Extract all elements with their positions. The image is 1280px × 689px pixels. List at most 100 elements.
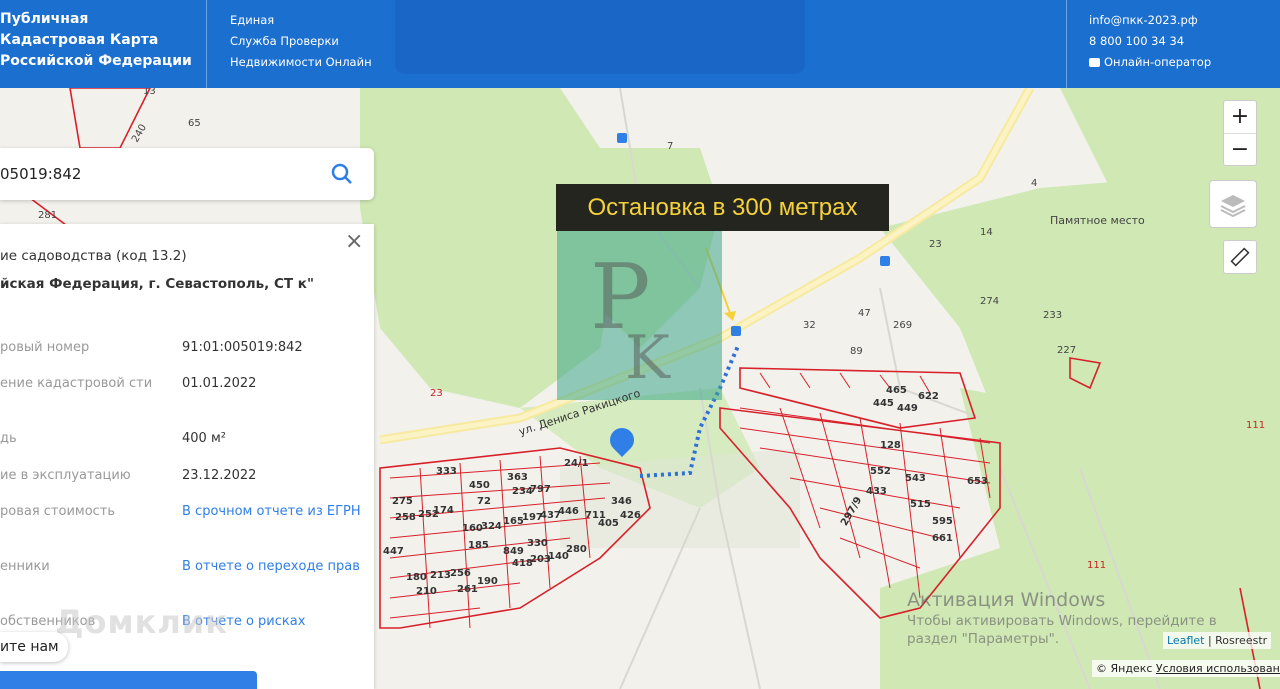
map-label: 111: [1246, 420, 1266, 431]
site-title[interactable]: Публичная Кадастровая Карта Российской Ф…: [0, 9, 192, 72]
map-label: 227: [1057, 345, 1077, 356]
parcel-label: 330: [527, 538, 548, 549]
parcel-label: 72: [477, 496, 491, 507]
map-label: 7: [667, 141, 674, 152]
search-input[interactable]: [0, 148, 320, 200]
zoom-out-button[interactable]: −: [1224, 133, 1256, 165]
yandex-label: © Яндекс: [1096, 662, 1156, 675]
zoom-control: + −: [1223, 100, 1257, 166]
map-label: 14: [980, 227, 993, 238]
parcel-label: 445: [873, 398, 894, 409]
parcel-label: 174: [433, 505, 454, 516]
parcel-label: 849: [503, 546, 524, 557]
row-key: енники: [0, 559, 50, 574]
contact-us-button[interactable]: ите нам: [0, 632, 68, 662]
row-key: ровая стоимость: [0, 504, 116, 519]
address: йская Федерация, г. Севастополь, СТ к": [0, 276, 315, 292]
service-line: Единая: [230, 13, 275, 27]
parcel-label: 128: [880, 440, 901, 451]
row-value: 91:01:005019:842: [182, 340, 303, 355]
parcel-label: 426: [620, 510, 641, 521]
service-line: Служба Проверки: [230, 34, 339, 48]
row-value: 23.12.2022: [182, 468, 257, 483]
parcel-label: 210: [416, 586, 437, 597]
attribution: Leaflet | Rosreestr: [1163, 632, 1272, 649]
map-label: 23: [929, 239, 942, 250]
contacts: info@пкк-2023.рф 8 800 100 34 34 Онлайн-…: [1089, 10, 1211, 73]
map-label: 4: [1031, 178, 1038, 189]
map-label: 111: [1087, 560, 1107, 571]
parcel-label: 256: [450, 568, 471, 579]
online-operator-link[interactable]: Онлайн-оператор: [1089, 52, 1211, 73]
rosreestr-label: Rosreestr: [1215, 634, 1268, 647]
zoom-in-button[interactable]: +: [1224, 101, 1256, 133]
map-label: 274: [980, 296, 1000, 307]
parcel-label: 405: [598, 518, 619, 529]
close-icon[interactable]: ×: [345, 231, 363, 253]
row-key: ие в эксплуатацию: [0, 468, 131, 483]
map-label: 65: [188, 118, 201, 129]
parcel-label: 363: [507, 472, 528, 483]
parcel-label: 797: [530, 484, 551, 495]
row-value: 01.01.2022: [182, 376, 257, 391]
parcel-label: 515: [910, 499, 931, 510]
rights-report-link[interactable]: В отчете о переходе прав: [182, 558, 362, 576]
phone-link[interactable]: 8 800 100 34 34: [1089, 31, 1211, 52]
title-line: Публичная: [0, 11, 89, 27]
win-title: Активация Windows: [907, 589, 1106, 611]
bus-stop-banner: Остановка в 300 метрах: [556, 184, 889, 231]
yandex-attribution: © Яндекс Условия использования: [1092, 660, 1280, 677]
parcel-label: 661: [932, 533, 953, 544]
measure-button[interactable]: [1223, 240, 1257, 274]
operator-label: Онлайн-оператор: [1104, 55, 1212, 69]
service-name: Единая Служба Проверки Недвижимости Онла…: [230, 10, 372, 73]
leaflet-link[interactable]: Leaflet: [1167, 634, 1204, 647]
parcel-label: 213: [430, 570, 451, 581]
layers-button[interactable]: [1209, 180, 1257, 228]
title-line: Кадастровая Карта: [0, 32, 159, 48]
map-label: 89: [850, 346, 863, 357]
search-box: [0, 148, 374, 200]
title-line: Российской Федерации: [0, 53, 192, 69]
map-label: 233: [1043, 310, 1063, 321]
domclick-watermark: Домклик: [55, 603, 228, 641]
email-link[interactable]: info@пкк-2023.рф: [1089, 10, 1211, 31]
parcel-label: 622: [918, 391, 939, 402]
order-report-button[interactable]: [0, 671, 257, 689]
terms-link[interactable]: Условия использования: [1156, 662, 1280, 675]
map-label: 269: [893, 320, 913, 331]
parcel-label: 543: [905, 473, 926, 484]
egrn-report-link[interactable]: В срочном отчете из ЕГРН: [182, 503, 362, 521]
header: Публичная Кадастровая Карта Российской Ф…: [0, 0, 1280, 88]
parcel-label: 190: [477, 576, 498, 587]
header-highlight: [395, 0, 805, 74]
parcel-label: 275: [392, 496, 413, 507]
parcel-label: 450: [469, 480, 490, 491]
row-key: дь: [0, 431, 17, 446]
row-key: ение кадастровой сти: [0, 376, 153, 391]
search-icon[interactable]: [330, 162, 354, 186]
attr-sep: |: [1204, 634, 1216, 647]
parcel-label: 280: [566, 544, 587, 555]
parcel-label: 449: [897, 403, 918, 414]
parcel-label: 446: [558, 506, 579, 517]
parcel-label: 552: [870, 466, 891, 477]
ruler-icon: [1230, 247, 1250, 267]
map-label: 23: [430, 388, 443, 399]
chat-icon: [1089, 58, 1100, 67]
divider: [206, 0, 207, 88]
parcel-label: 346: [611, 496, 632, 507]
parcel-label: 258: [395, 512, 416, 523]
land-use: ие садоводства (код 13.2): [0, 248, 187, 264]
svg-text:K: K: [625, 323, 671, 393]
parcel-label: 653: [967, 476, 988, 487]
parcel-label: 433: [866, 486, 887, 497]
row-key: ровый номер: [0, 340, 90, 355]
parcel-label: 595: [932, 516, 953, 527]
parcel-label: 24/1: [564, 458, 589, 469]
parcel-label: 160: [462, 523, 483, 534]
map-label: 32: [803, 320, 816, 331]
map-label: 13: [143, 88, 156, 97]
divider: [1066, 0, 1067, 88]
map-label: 47: [858, 308, 871, 319]
